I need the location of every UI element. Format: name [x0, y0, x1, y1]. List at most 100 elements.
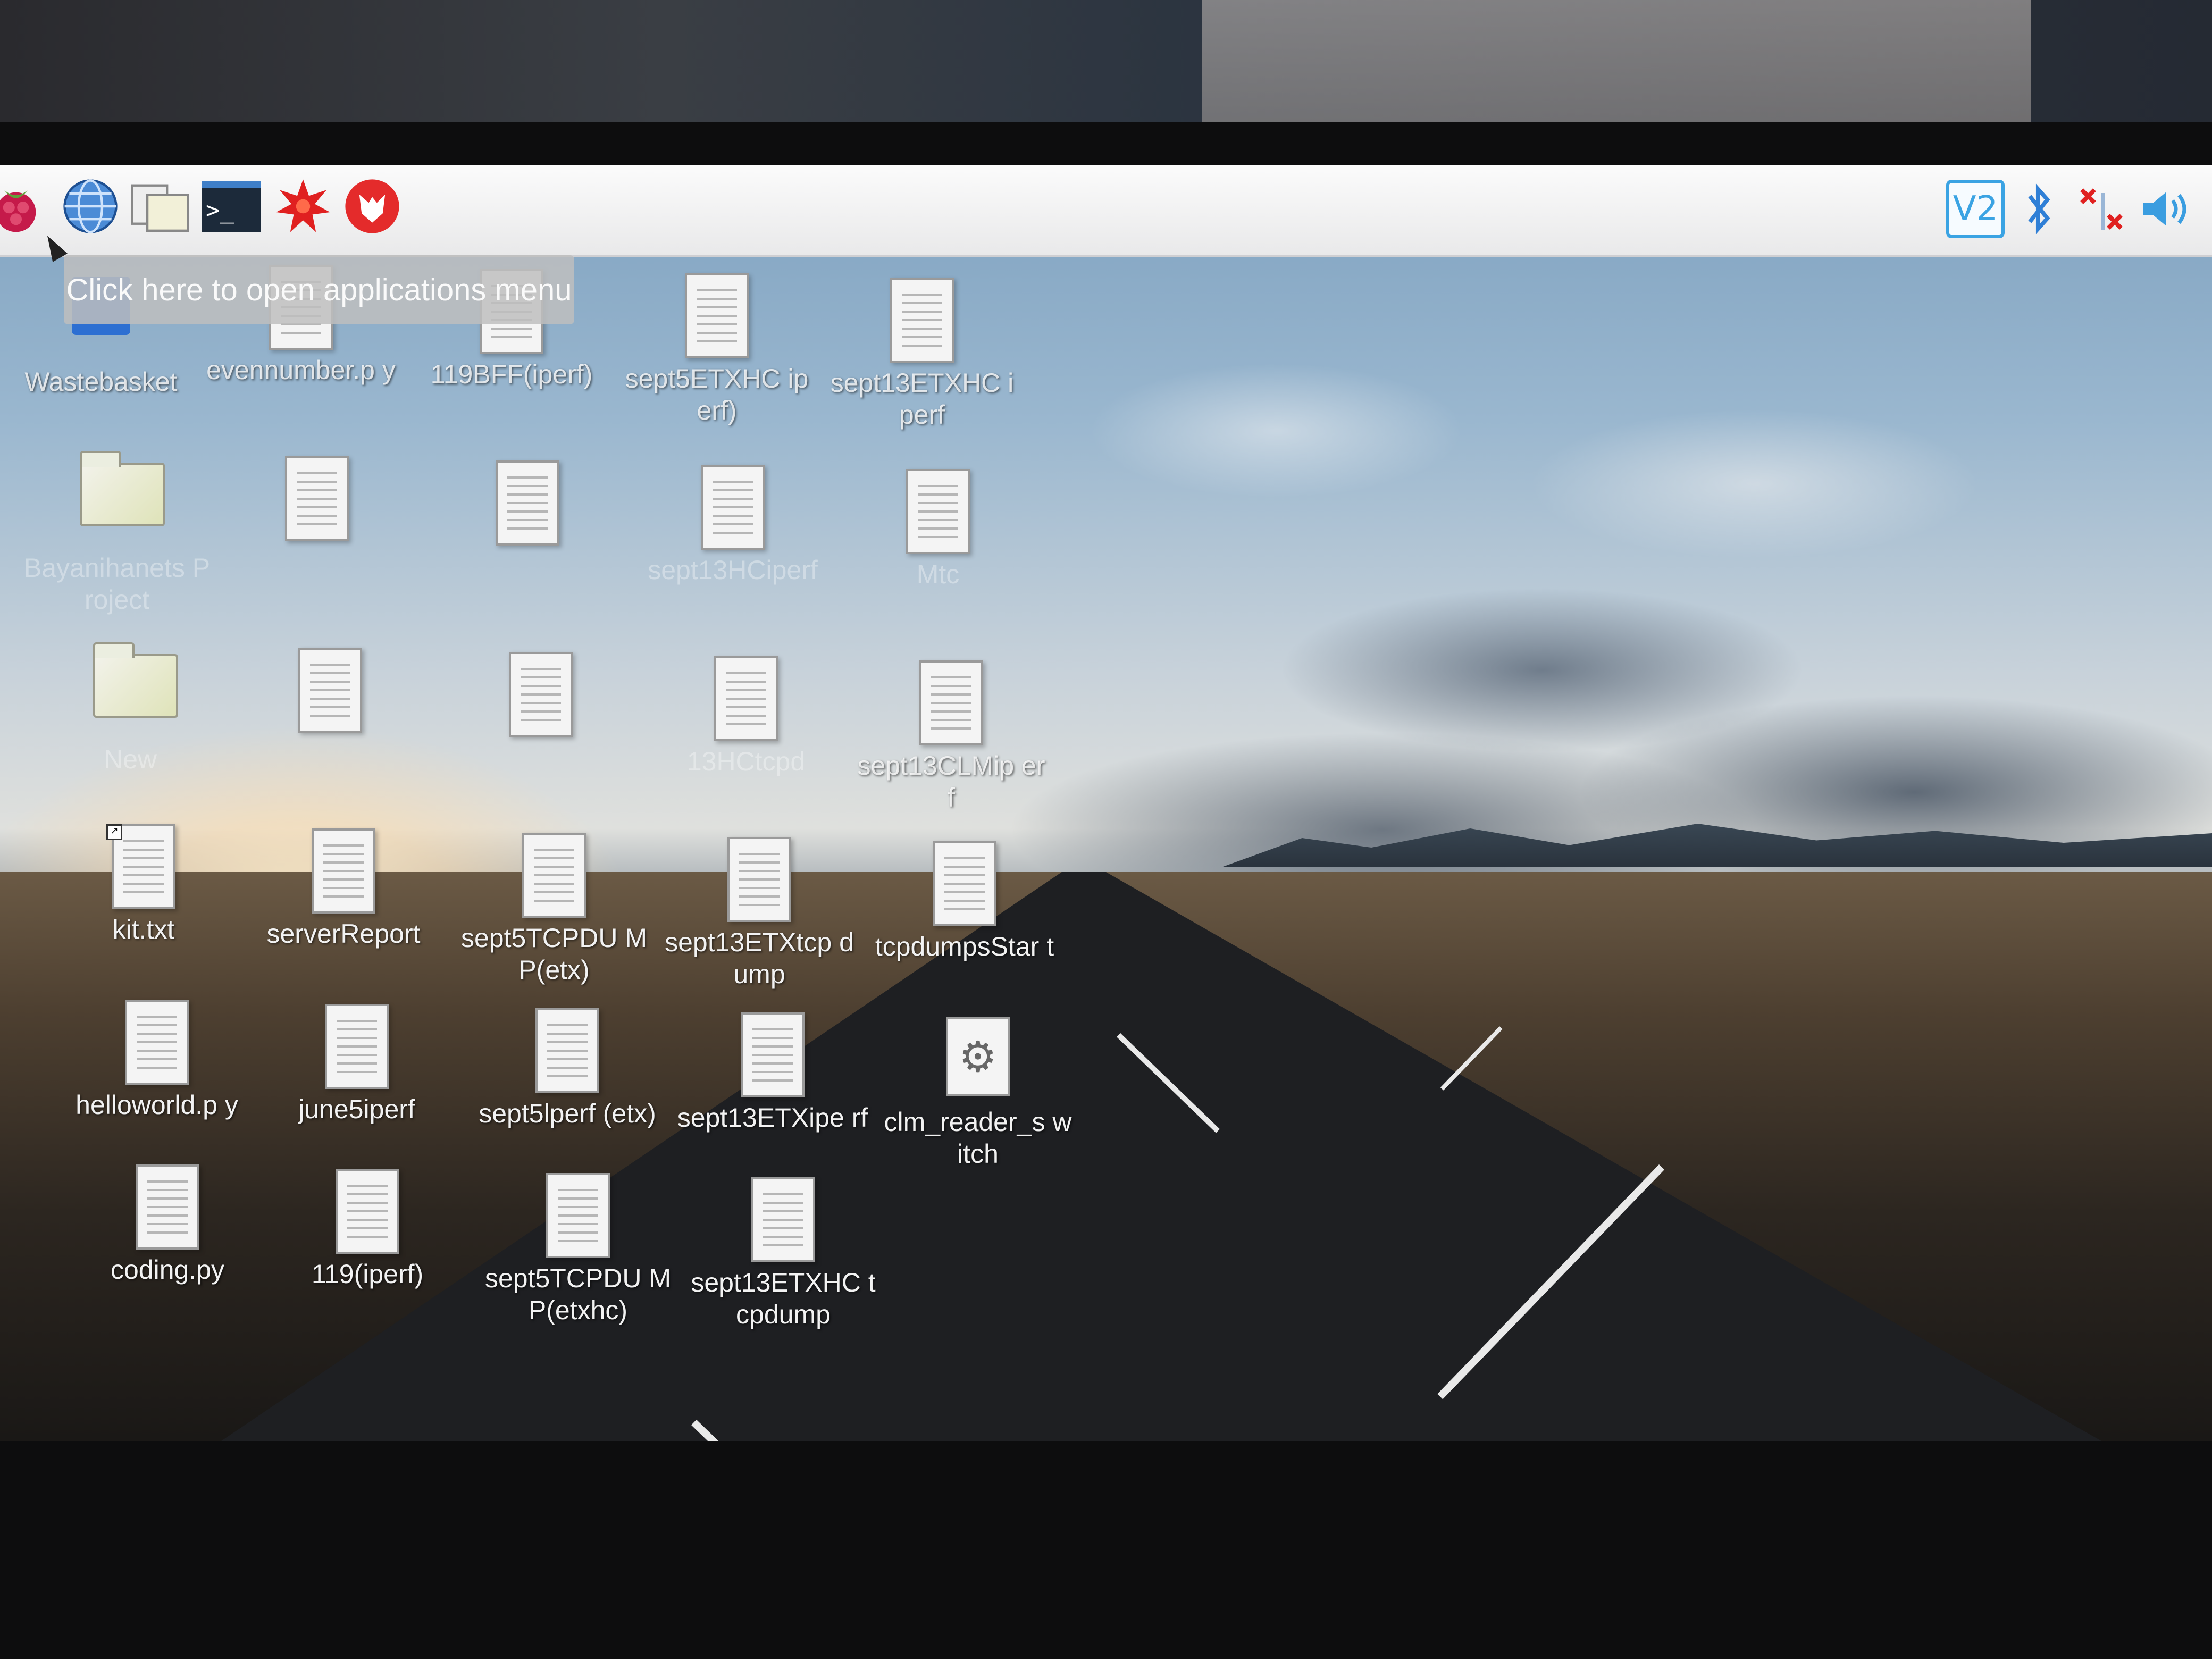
desktop-icon[interactable]: [221, 456, 413, 546]
desktop-icon[interactable]: tcpdumpsStar t: [869, 841, 1060, 962]
folder-icon-shape: [93, 642, 178, 718]
wolfram-icon[interactable]: [340, 174, 404, 238]
file-icon-shape: [298, 648, 362, 733]
desktop-icon[interactable]: [445, 652, 636, 741]
desktop-icon-label: serverReport: [266, 919, 421, 949]
file-manager-icon[interactable]: [128, 174, 191, 238]
volume-icon[interactable]: [2138, 180, 2196, 238]
desktop-icon[interactable]: sept13ETXHC iperf: [826, 278, 1018, 431]
terminal-icon[interactable]: >_: [199, 174, 263, 238]
file-icon-shape: [509, 652, 573, 737]
desktop-icon-label: sept13ETXHC tcpdump: [691, 1268, 876, 1329]
desktop-icon-label: sept5TCPDU MP(etx): [460, 923, 648, 985]
mathematica-icon[interactable]: [271, 174, 335, 238]
desktop-icon[interactable]: 119(iperf): [272, 1169, 463, 1290]
file-icon: [504, 652, 578, 737]
desktop-icon-label: evennumber.p y: [206, 355, 396, 385]
terminal-glyph: >_: [202, 181, 261, 232]
desktop-icon[interactable]: ↗ kit.txt: [48, 824, 239, 945]
desktop-icon[interactable]: sept5TCPDU MP(etxhc): [482, 1173, 674, 1326]
desktop-icon-label: tcpdumpsStar t: [875, 932, 1054, 961]
desktop-icon[interactable]: sept13ETXtcp dump: [664, 837, 855, 990]
desktop-icon-label: sept5TCPDU MP(etxhc): [484, 1263, 672, 1325]
file-icon: ↗: [106, 824, 181, 909]
wall-calendar: [1202, 0, 2031, 133]
file-icon: [306, 828, 381, 914]
desktop-icon[interactable]: coding.py: [72, 1164, 263, 1286]
file-icon: [914, 660, 988, 745]
file-icon: [746, 1177, 820, 1262]
tooltip-text: Click here to open applications menu: [66, 272, 572, 307]
desktop-icon-label: coding.py: [110, 1255, 225, 1285]
desktop-icon-label: Wastebasket: [24, 367, 178, 397]
desktop-icon-label: New: [103, 744, 157, 774]
file-icon: [885, 278, 959, 363]
gear-icon: ⚙: [941, 1017, 1015, 1102]
applications-menu-tooltip: Click here to open applications menu: [64, 255, 574, 324]
desktop-icon-label: Bayanihanets Project: [23, 553, 211, 615]
desktop-icon-label: helloworld.p y: [76, 1090, 238, 1120]
file-icon-shape: [890, 278, 954, 363]
desktop-icon[interactable]: [234, 648, 426, 737]
file-icon: [722, 837, 797, 922]
shortcut-arrow-icon: ↗: [106, 824, 122, 840]
desktop-icon[interactable]: New: [35, 642, 226, 775]
desktop-icon[interactable]: sept5ETXHC iperf): [621, 273, 812, 426]
desktop-icon-label: sept13ETXHC iperf: [830, 368, 1014, 430]
desktop-icon[interactable]: sept13ETXHC tcpdump: [688, 1177, 879, 1330]
desktop-icon[interactable]: sept13HCiperf: [637, 465, 828, 586]
desktop-icon-label: sept5ETXHC iperf): [625, 364, 809, 425]
bluetooth-icon[interactable]: [2010, 180, 2068, 238]
desktop-icon[interactable]: Bayanihanets Project: [21, 451, 213, 616]
file-icon: [490, 460, 565, 546]
file-icon-shape: [727, 837, 791, 922]
file-icon: [130, 1164, 205, 1250]
desktop-icon-label: june5iperf: [298, 1094, 415, 1124]
file-icon-shape: [285, 456, 349, 541]
folder-icon-shape: [80, 451, 165, 526]
desktop-icon[interactable]: 13HCtcpd: [650, 656, 842, 777]
file-icon: [320, 1004, 394, 1089]
file-icon: [541, 1173, 615, 1258]
desktop-icon-label: 119(iperf): [311, 1259, 424, 1289]
file-icon: [280, 456, 354, 541]
file-icon-shape: [535, 1008, 599, 1093]
desktop-icon-label: Mtc: [916, 559, 960, 589]
desktop-icon[interactable]: helloworld.p y: [61, 1000, 253, 1121]
file-icon-shape: [714, 656, 778, 741]
vnc-icon[interactable]: V2: [1946, 180, 2005, 238]
file-icon: [709, 656, 783, 741]
desktop-icon[interactable]: sept5lperf (etx): [472, 1008, 663, 1129]
file-icon: [293, 648, 367, 733]
file-icon-shape: [496, 460, 559, 546]
desktop-icon[interactable]: sept13ETXipe rf: [677, 1012, 868, 1134]
desktop-icon-label: sept13CLMip erf: [857, 751, 1045, 812]
file-icon: [330, 1169, 405, 1254]
file-icon-shape: [125, 1000, 189, 1085]
network-disconnected-icon[interactable]: [2074, 180, 2132, 238]
desktop-icon[interactable]: ⚙ clm_reader_s witch: [882, 1017, 1074, 1170]
file-icon-shape: [325, 1004, 389, 1089]
desktop-icon[interactable]: [432, 460, 623, 550]
file-icon: [735, 1012, 810, 1097]
desktop-icon[interactable]: sept5TCPDU MP(etx): [458, 833, 650, 986]
file-icon: [901, 469, 975, 554]
gear-icon-shape: ⚙: [946, 1017, 1010, 1096]
file-icon: [696, 465, 770, 550]
web-browser-icon[interactable]: [58, 174, 122, 238]
folder-icon: [80, 451, 165, 548]
desktop-icon[interactable]: Mtc: [842, 469, 1034, 590]
file-icon-shape: [312, 828, 375, 914]
desktop-icon[interactable]: serverReport: [248, 828, 439, 950]
desktop-icon-label: 119BFF(iperf): [430, 359, 593, 389]
desktop-icon[interactable]: sept13CLMip erf: [856, 660, 1047, 814]
raspberry-menu-icon[interactable]: [0, 174, 48, 238]
file-icon-shape: [919, 660, 983, 745]
desktop-icon-label: sept13HCiperf: [648, 555, 818, 585]
desktop-icon-label: sept13ETXtcp dump: [665, 927, 854, 989]
desktop-icon-label: sept5lperf (etx): [479, 1099, 656, 1128]
file-icon-shape: [701, 465, 765, 550]
file-icon-shape: [933, 841, 996, 926]
file-icon-shape: [546, 1173, 610, 1258]
desktop-icon[interactable]: june5iperf: [261, 1004, 453, 1125]
